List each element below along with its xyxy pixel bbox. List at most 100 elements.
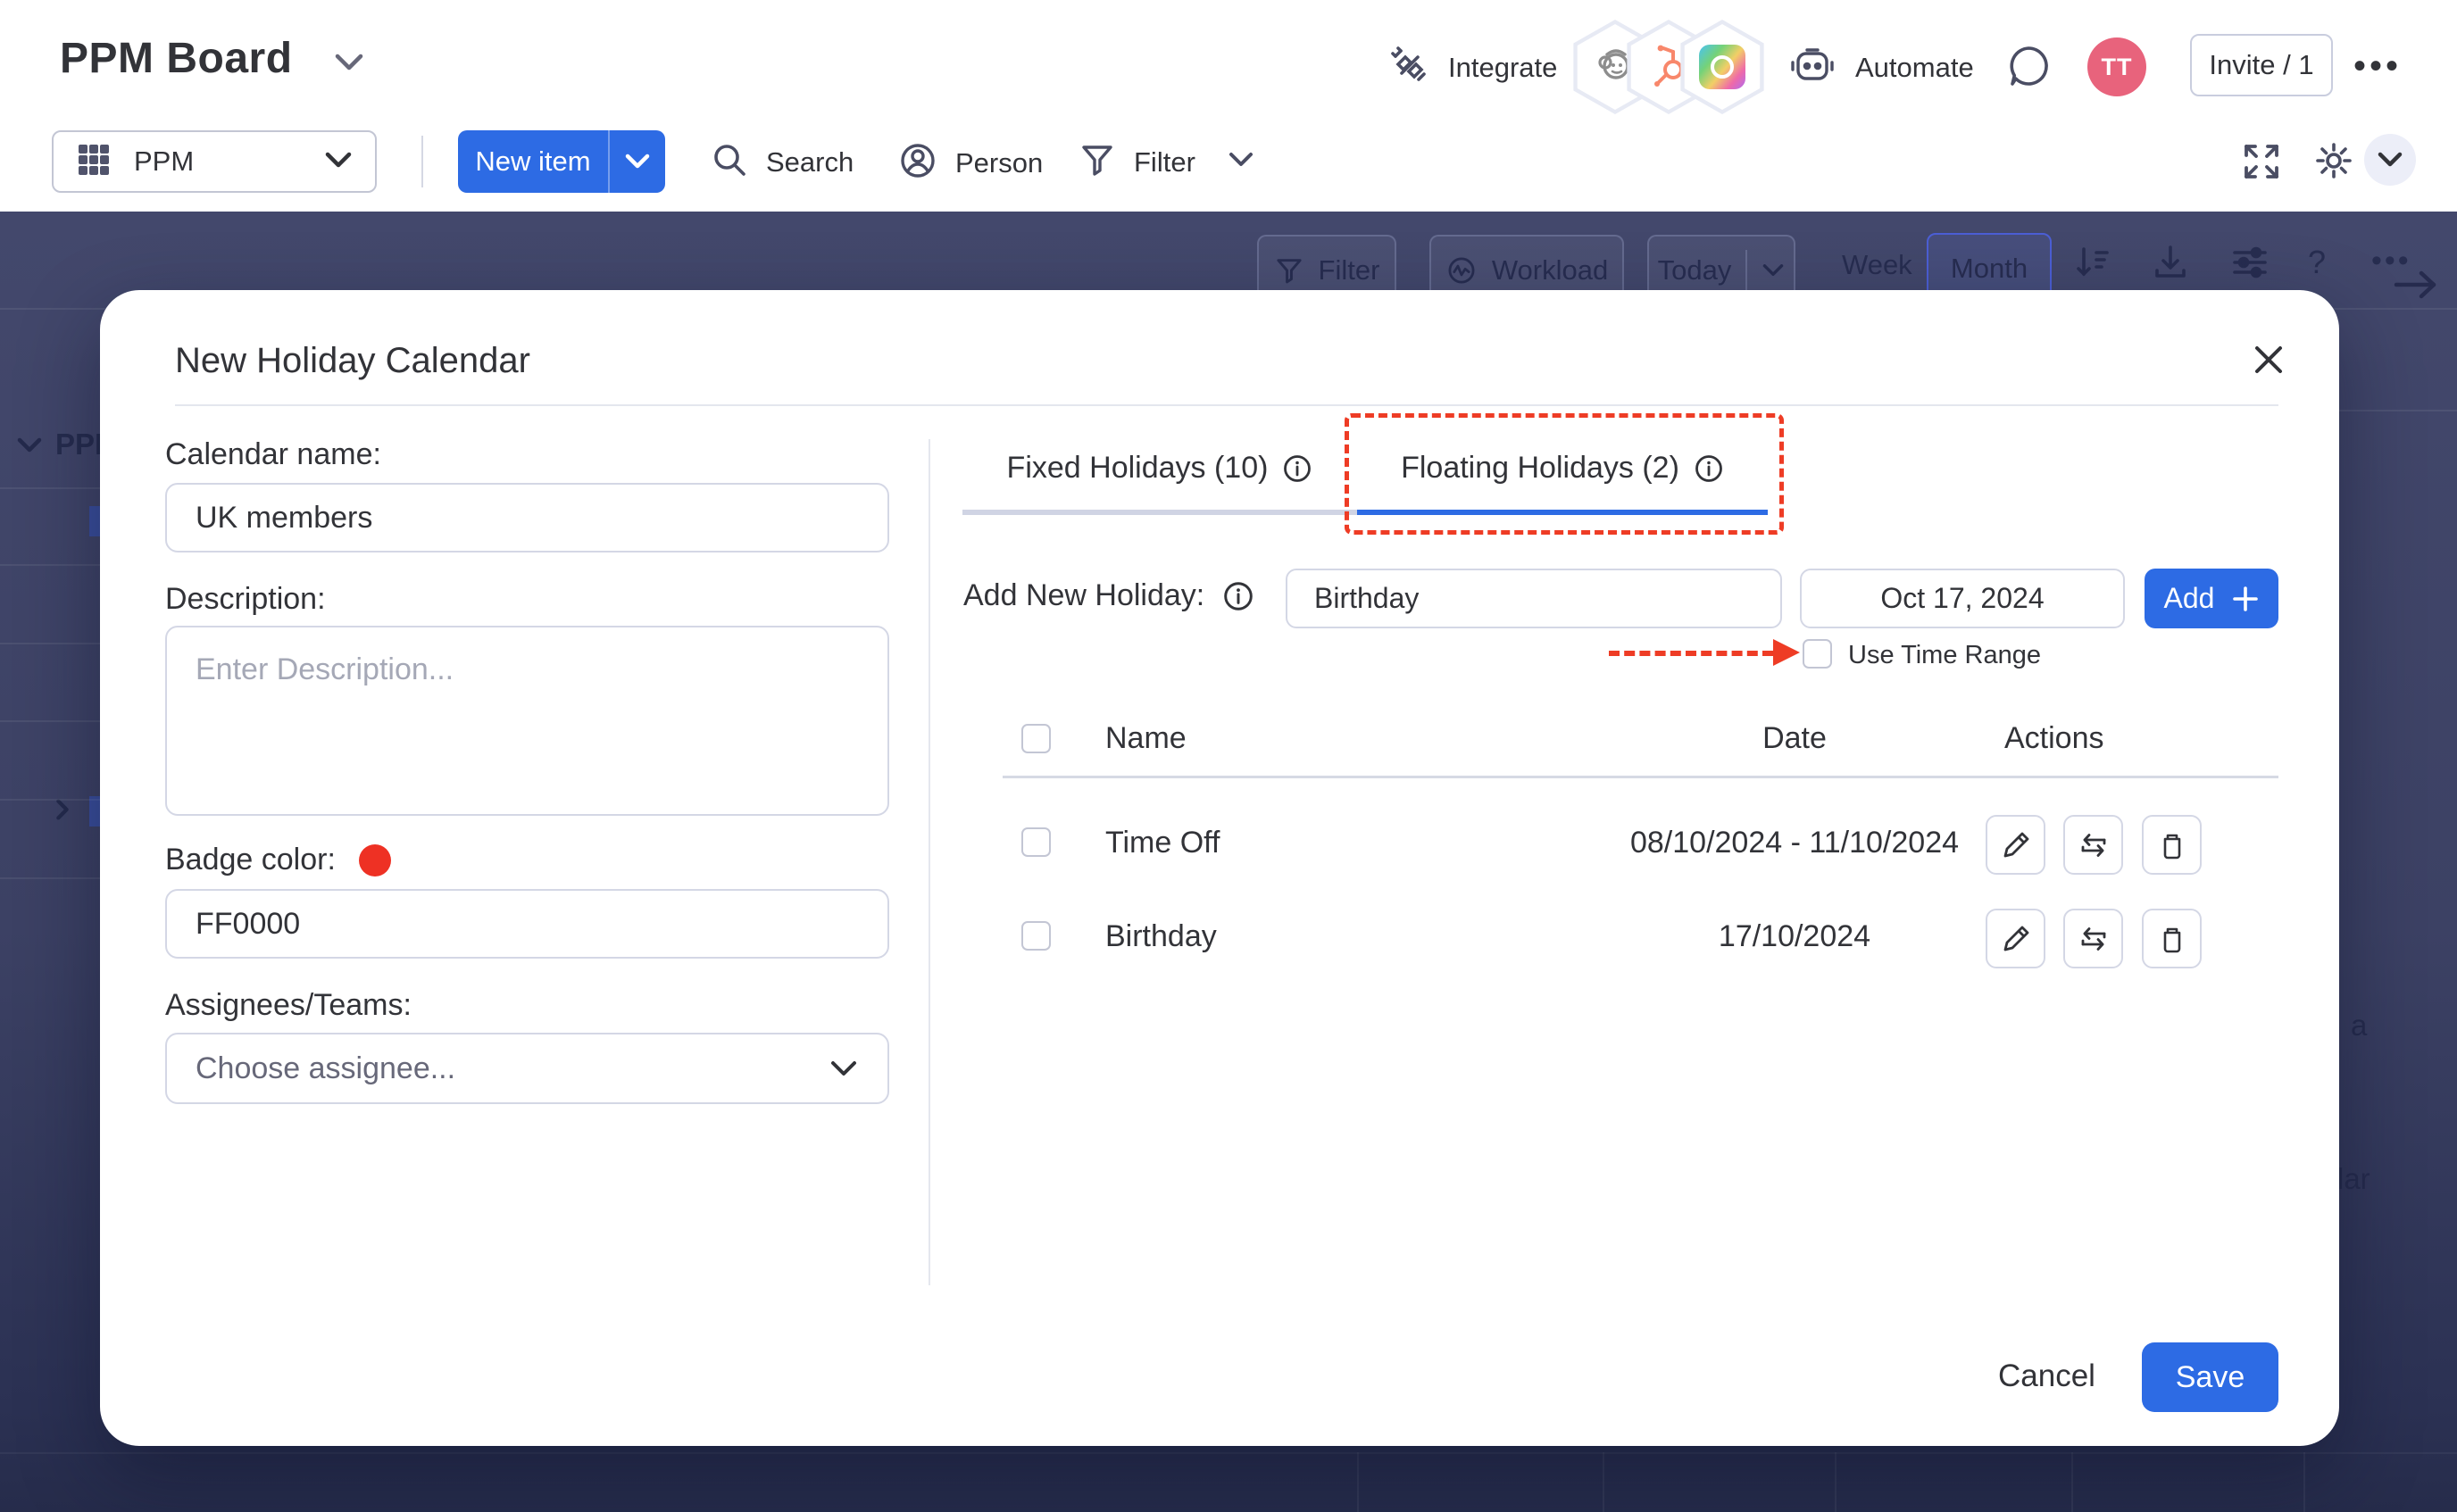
- calendar-name-label: Calendar name:: [165, 437, 381, 472]
- holiday-name-input[interactable]: [1286, 569, 1782, 628]
- table-header-divider: [1003, 776, 2278, 778]
- bg-help-icon: ?: [2308, 244, 2326, 281]
- assignee-dropdown[interactable]: Choose assignee...: [165, 1033, 889, 1104]
- convert-button[interactable]: [2063, 909, 2123, 968]
- app-window: PPM Board Integrate: [0, 0, 2457, 1512]
- filter-funnel-icon: [1079, 141, 1116, 183]
- settings-gear-icon[interactable]: [2312, 139, 2355, 187]
- bg-expand-chevron-icon: [52, 797, 73, 827]
- column-header-actions: Actions: [2004, 721, 2104, 756]
- new-item-label: New item: [458, 145, 608, 178]
- convert-button[interactable]: [2063, 815, 2123, 875]
- bg-cell-sliver: [89, 506, 100, 536]
- close-icon[interactable]: [2250, 341, 2287, 383]
- pencil-icon: [2001, 830, 2031, 860]
- row-name: Time Off: [1105, 826, 1220, 860]
- invite-button[interactable]: Invite / 1: [2190, 34, 2333, 96]
- integrate-label: Integrate: [1448, 52, 1557, 84]
- info-icon: [1222, 580, 1254, 612]
- row-checkbox[interactable]: [1021, 921, 1051, 951]
- board-title[interactable]: PPM Board: [60, 34, 293, 83]
- bg-week-toggle: Week: [1842, 249, 1912, 281]
- collapse-header-button[interactable]: [2364, 134, 2416, 186]
- search-icon: [711, 141, 748, 183]
- transfer-arrows-icon: [2078, 830, 2110, 860]
- use-time-range-checkbox[interactable]: [1803, 639, 1832, 669]
- annotation-dashed-box: [1345, 413, 1784, 535]
- person-icon: [898, 141, 937, 185]
- badge-color-label: Badge color:: [165, 843, 336, 877]
- assignees-label: Assignees/Teams:: [165, 988, 412, 1023]
- transfer-arrows-icon: [2078, 924, 2110, 954]
- edit-button[interactable]: [1986, 815, 2045, 875]
- trash-icon: [2157, 924, 2187, 954]
- bg-arrow-right-icon: [2391, 267, 2441, 307]
- chat-icon[interactable]: [2005, 43, 2052, 94]
- bg-group-collapse-icon: [16, 436, 43, 459]
- person-label: Person: [955, 147, 1043, 179]
- info-icon: [1282, 453, 1312, 484]
- delete-button[interactable]: [2142, 815, 2202, 875]
- dialog-header-divider: [175, 404, 2278, 406]
- bg-text-fragment-a: a: [2351, 1009, 2367, 1043]
- description-label: Description:: [165, 582, 326, 617]
- trash-icon: [2157, 830, 2187, 860]
- bg-cell-sliver-2: [89, 796, 100, 827]
- row-checkbox[interactable]: [1021, 827, 1051, 857]
- tab-fixed-holidays[interactable]: Fixed Holidays (10): [962, 451, 1357, 486]
- filter-label: Filter: [1134, 146, 1195, 179]
- badge-color-input[interactable]: [165, 889, 889, 959]
- search-label: Search: [766, 146, 854, 179]
- bg-export-icon: [2150, 242, 2191, 287]
- robot-icon: [1789, 45, 1836, 90]
- filter-chevron-icon: [1228, 151, 1254, 173]
- toolbar-divider: [421, 136, 423, 187]
- form-divider: [929, 439, 930, 1285]
- add-new-holiday-label: Add New Holiday:: [963, 578, 1204, 613]
- tab-underline-inactive: [962, 510, 1357, 515]
- edit-button[interactable]: [1986, 909, 2045, 968]
- select-all-checkbox[interactable]: [1021, 724, 1051, 753]
- new-item-button[interactable]: New item: [458, 130, 665, 193]
- save-button[interactable]: Save: [2142, 1342, 2278, 1412]
- integrate-button[interactable]: Integrate: [1389, 45, 1557, 90]
- automate-button[interactable]: Automate: [1789, 45, 1974, 90]
- add-holiday-button[interactable]: Add: [2145, 569, 2278, 628]
- description-input[interactable]: [165, 626, 889, 816]
- annotation-arrow-head: [1773, 639, 1800, 666]
- person-button[interactable]: Person: [898, 141, 1043, 185]
- adobe-cc-icon: [1699, 45, 1745, 89]
- more-options-button[interactable]: •••: [2353, 46, 2402, 87]
- view-selector[interactable]: PPM: [52, 130, 377, 193]
- badge-color-swatch[interactable]: [359, 844, 391, 876]
- assignee-placeholder: Choose assignee...: [196, 1051, 455, 1086]
- integrate-plug-icon: [1389, 45, 1430, 90]
- automate-label: Automate: [1855, 52, 1974, 84]
- column-header-date: Date: [1687, 721, 1902, 756]
- view-selector-label: PPM: [134, 145, 302, 178]
- use-time-range-label: Use Time Range: [1848, 641, 2041, 670]
- bg-text-fragment-lar: lar: [2337, 1162, 2370, 1196]
- fullscreen-icon[interactable]: [2241, 141, 2282, 187]
- cancel-button[interactable]: Cancel: [1998, 1358, 2095, 1394]
- holiday-date-input[interactable]: [1800, 569, 2125, 628]
- plus-icon: [2232, 586, 2259, 612]
- board-title-chevron-icon[interactable]: [332, 50, 366, 78]
- dialog-title: New Holiday Calendar: [175, 341, 530, 381]
- row-date: 08/10/2024 - 11/10/2024: [1571, 826, 2018, 860]
- new-item-dropdown[interactable]: [608, 130, 665, 193]
- delete-button[interactable]: [2142, 909, 2202, 968]
- search-button[interactable]: Search: [711, 141, 854, 183]
- annotation-dashed-arrow: [1609, 651, 1773, 656]
- view-selector-chevron-icon: [323, 150, 354, 174]
- table-view-icon: [75, 141, 112, 183]
- user-avatar[interactable]: TT: [2087, 37, 2146, 96]
- bg-settings-sliders-icon: [2229, 242, 2270, 287]
- filter-button[interactable]: Filter: [1079, 141, 1254, 183]
- row-name: Birthday: [1105, 919, 1217, 954]
- bg-sort-icon: [2071, 242, 2112, 287]
- calendar-name-input[interactable]: [165, 483, 889, 552]
- pencil-icon: [2001, 924, 2031, 954]
- row-date: 17/10/2024: [1571, 919, 2018, 954]
- column-header-name: Name: [1105, 721, 1187, 756]
